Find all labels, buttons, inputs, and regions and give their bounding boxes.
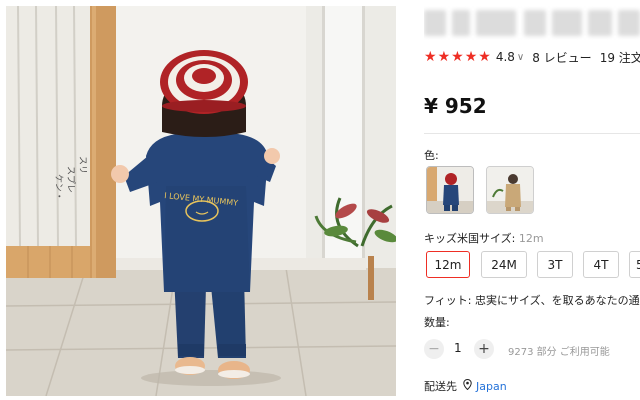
rating-row[interactable]: ★ ★ ★ ★ ★ 4.8 ∨ 8 レビュー 19 注文 [424, 48, 640, 66]
star-icon: ★ [464, 49, 478, 65]
size-option-24m[interactable]: 24M [481, 251, 527, 278]
location-pin-icon [463, 378, 472, 393]
quantity-value[interactable]: 1 [454, 341, 462, 355]
size-label-row: キッズ米国サイズ: 12m [424, 230, 544, 246]
star-icon: ★ [437, 49, 451, 65]
size-selected-value: 12m [518, 232, 544, 245]
star-icon: ★ [451, 49, 464, 65]
product-main-image[interactable]: スプレ ケン・ スリ I LOVE MY MUMMY [6, 6, 396, 396]
stock-available: 9273 部分 ご利用可能 [508, 347, 610, 358]
quantity-label: 数量: [424, 316, 450, 329]
product-title-redacted [424, 6, 640, 40]
star-icon: ★ [478, 49, 491, 65]
star-rating: ★ ★ ★ ★ ★ [424, 50, 492, 64]
color-swatch-navy[interactable] [426, 166, 474, 214]
shipping-label: 配送先 [424, 380, 457, 393]
size-option-3t[interactable]: 3T [537, 251, 573, 278]
svg-text:ケン・: ケン・ [53, 174, 64, 201]
shipping-row: 配送先 Japan [424, 378, 507, 394]
star-icon: ★ [424, 49, 437, 65]
svg-text:スプレ: スプレ [65, 166, 76, 193]
size-option-12m[interactable]: 12m [426, 251, 470, 278]
quantity-increase-button[interactable]: + [474, 339, 494, 359]
fit-note: フィット: 忠実にサイズ、を取るあなたの通常の [424, 294, 640, 307]
color-swatch-khaki[interactable] [486, 166, 534, 214]
product-info-panel: ★ ★ ★ ★ ★ 4.8 ∨ 8 レビュー 19 注文 ¥ 952 色: キッ… [424, 0, 640, 400]
divider [424, 133, 640, 134]
reviews-link[interactable]: 8 レビュー [532, 49, 591, 66]
size-option-4t[interactable]: 4T [583, 251, 619, 278]
svg-text:スリ: スリ [77, 156, 87, 174]
rating-value[interactable]: 4.8 [496, 50, 515, 64]
size-label: キッズ米国サイズ: [424, 232, 516, 245]
quantity-decrease-button[interactable]: − [424, 339, 444, 359]
orders-count: 19 注文 [599, 50, 640, 65]
product-price: ¥ 952 [424, 94, 487, 118]
chevron-down-icon[interactable]: ∨ [517, 52, 524, 63]
color-label: 色: [424, 149, 439, 162]
shipping-destination-link[interactable]: Japan [476, 380, 507, 393]
size-option-5[interactable]: 5 [629, 251, 640, 278]
